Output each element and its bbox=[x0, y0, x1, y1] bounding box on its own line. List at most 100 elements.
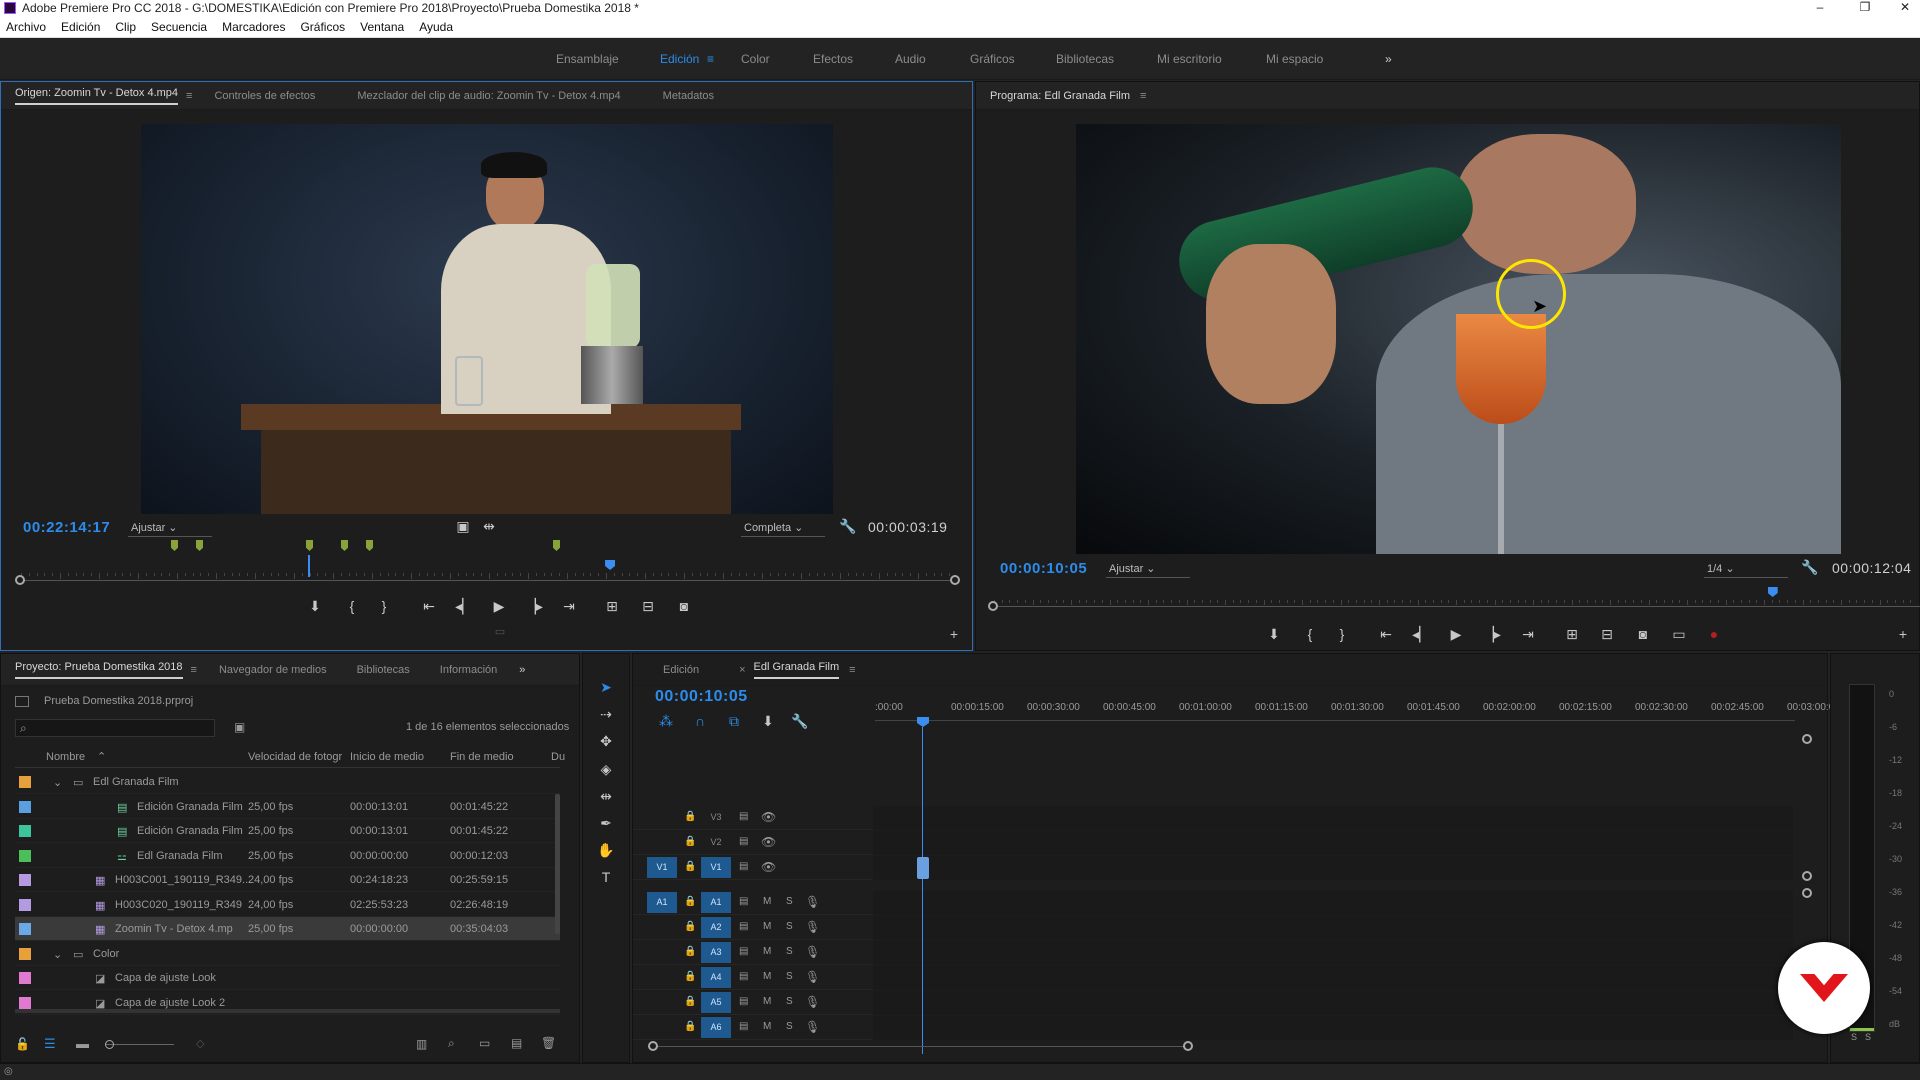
go-to-out-icon[interactable]: ⇥ bbox=[1519, 627, 1537, 641]
sync-lock-icon[interactable]: ▤ bbox=[739, 921, 748, 932]
timeline-timecode[interactable]: 00:00:10:05 bbox=[655, 688, 748, 706]
tab-media-browser[interactable]: Navegador de medios bbox=[219, 664, 327, 676]
program-fit-dropdown[interactable]: Ajustar ⌄ bbox=[1106, 560, 1190, 578]
step-back-icon[interactable]: ◂▏ bbox=[1412, 627, 1430, 641]
project-list-item[interactable]: ▤ Edición Granada Film 25,00 fps 00:00:13:0… bbox=[15, 795, 560, 819]
scroll-mid-handle[interactable] bbox=[1802, 871, 1812, 881]
mute-button[interactable]: M bbox=[763, 946, 771, 957]
add-marker-icon[interactable]: ⬇ bbox=[759, 714, 777, 728]
eye-icon[interactable]: 👁 bbox=[761, 835, 776, 849]
snap-icon[interactable]: ∩ bbox=[691, 714, 709, 728]
tab-project[interactable]: Proyecto: Prueba Domestika 2018 bbox=[15, 661, 183, 679]
program-resolution-dropdown[interactable]: 1/4 ⌄ bbox=[1704, 560, 1788, 578]
sync-lock-icon[interactable]: ▤ bbox=[739, 1021, 748, 1032]
mic-icon[interactable]: 🎙 bbox=[805, 945, 820, 959]
more-workspaces-icon[interactable]: » bbox=[1385, 52, 1392, 66]
tab-sequence-edl[interactable]: Edl Granada Film bbox=[753, 661, 840, 679]
mark-in-icon[interactable]: { bbox=[1301, 627, 1319, 641]
list-view-icon[interactable]: ☰ bbox=[44, 1036, 56, 1052]
clip-marker[interactable] bbox=[366, 540, 373, 551]
step-back-icon[interactable]: ◂▏ bbox=[455, 599, 473, 613]
step-forward-icon[interactable]: ▕▸ bbox=[525, 599, 543, 613]
slip-icon[interactable]: ⇹ bbox=[597, 789, 615, 803]
sort-ascending-icon[interactable]: ⌃ bbox=[97, 750, 106, 763]
program-ruler[interactable] bbox=[994, 606, 1920, 607]
track-target-a4[interactable]: A4 bbox=[701, 967, 731, 988]
track-lane[interactable] bbox=[873, 891, 1793, 915]
solo-left[interactable]: S bbox=[1851, 1032, 1857, 1042]
mute-button[interactable]: M bbox=[763, 996, 771, 1007]
scroll-audio-handle[interactable] bbox=[1802, 888, 1812, 898]
overwrite-icon[interactable]: ⊟ bbox=[639, 599, 657, 613]
workspace-mi-espacio[interactable]: Mi espacio bbox=[1266, 52, 1323, 66]
panel-menu-icon[interactable]: ≡ bbox=[186, 90, 192, 102]
sync-lock-icon[interactable]: ▤ bbox=[739, 896, 748, 907]
project-scrollbar[interactable] bbox=[555, 794, 560, 934]
tab-info[interactable]: Información bbox=[440, 664, 497, 676]
source-zoom-start-handle[interactable] bbox=[15, 575, 25, 585]
tab-source[interactable]: Origen: Zoomin Tv - Detox 4.mp4 bbox=[15, 87, 179, 105]
eye-icon[interactable]: 👁 bbox=[761, 860, 776, 874]
solo-right[interactable]: S bbox=[1865, 1032, 1871, 1042]
comparison-view-icon[interactable]: ▭ bbox=[1670, 627, 1688, 641]
mute-button[interactable]: M bbox=[763, 971, 771, 982]
fit-toggle-icon[interactable]: ⇹ bbox=[480, 519, 498, 533]
source-fit-dropdown[interactable]: Ajustar ⌄ bbox=[128, 519, 212, 537]
source-playhead[interactable] bbox=[605, 560, 616, 570]
lock-icon[interactable]: 🔒 bbox=[684, 811, 696, 822]
solo-button[interactable]: S bbox=[786, 946, 793, 957]
timeline-zoom-start-handle[interactable] bbox=[648, 1041, 658, 1051]
menu-graficos[interactable]: Gráficos bbox=[300, 20, 345, 34]
go-to-in-icon[interactable]: ⇤ bbox=[1377, 627, 1395, 641]
expand-toggle-icon[interactable]: ⌄ bbox=[53, 776, 62, 789]
sync-lock-icon[interactable]: ▤ bbox=[739, 861, 748, 872]
solo-button[interactable]: S bbox=[786, 1021, 793, 1032]
source-patch-a1[interactable]: A1 bbox=[647, 892, 677, 913]
wrench-icon[interactable]: 🔧 bbox=[791, 714, 809, 728]
clip-marker[interactable] bbox=[341, 540, 348, 551]
label-color-swatch[interactable] bbox=[19, 972, 31, 984]
tab-sequence-edicion[interactable]: Edición bbox=[663, 664, 699, 676]
lock-icon[interactable]: 🔒 bbox=[684, 971, 696, 982]
source-zoom-end-handle[interactable] bbox=[950, 575, 960, 585]
camera-icon[interactable]: ◙ bbox=[675, 599, 693, 613]
lock-icon[interactable]: 🔒 bbox=[684, 921, 696, 932]
insert-icon[interactable]: ⊞ bbox=[603, 599, 621, 613]
mic-icon[interactable]: 🎙 bbox=[805, 995, 820, 1009]
record-icon[interactable]: ● bbox=[1705, 627, 1723, 641]
mark-out-icon[interactable]: } bbox=[375, 599, 393, 613]
camera-icon[interactable]: ◙ bbox=[1634, 627, 1652, 641]
go-to-out-icon[interactable]: ⇥ bbox=[560, 599, 578, 613]
workspace-audio[interactable]: Audio bbox=[895, 52, 926, 66]
lock-icon[interactable]: 🔓 bbox=[15, 1037, 30, 1051]
solo-button[interactable]: S bbox=[786, 896, 793, 907]
icon-view-icon[interactable]: ▬ bbox=[76, 1036, 89, 1051]
workspace-ensamblaje[interactable]: Ensamblaje bbox=[556, 52, 619, 66]
label-color-swatch[interactable] bbox=[19, 776, 31, 788]
menu-archivo[interactable]: Archivo bbox=[6, 20, 46, 34]
lift-icon[interactable]: ⊞ bbox=[1563, 627, 1581, 641]
solo-button[interactable]: S bbox=[786, 921, 793, 932]
sync-lock-icon[interactable]: ▤ bbox=[739, 996, 748, 1007]
label-color-swatch[interactable] bbox=[19, 849, 31, 862]
panel-menu-icon[interactable]: ≡ bbox=[1140, 90, 1146, 102]
expand-toggle-icon[interactable]: ⌄ bbox=[53, 948, 62, 961]
program-zoom-start-handle[interactable] bbox=[988, 601, 998, 611]
track-lane[interactable] bbox=[873, 966, 1793, 990]
project-list-item[interactable]: ⌄ ▭ Edl Granada Film bbox=[15, 770, 560, 794]
project-h-scrollbar[interactable] bbox=[15, 1009, 560, 1013]
timeline-playhead-handle[interactable] bbox=[917, 717, 929, 727]
menu-ayuda[interactable]: Ayuda bbox=[419, 20, 453, 34]
clip-marker[interactable] bbox=[196, 540, 203, 551]
zoom-slider[interactable] bbox=[106, 1044, 174, 1045]
panel-menu-icon[interactable]: ≡ bbox=[191, 664, 197, 676]
lock-icon[interactable]: 🔒 bbox=[684, 896, 696, 907]
mute-button[interactable]: M bbox=[763, 896, 771, 907]
workspace-color[interactable]: Color bbox=[741, 52, 770, 66]
lock-icon[interactable]: 🔒 bbox=[684, 836, 696, 847]
column-media-start[interactable]: Inicio de medio bbox=[350, 751, 424, 763]
lock-icon[interactable]: 🔒 bbox=[684, 861, 696, 872]
track-target-v1[interactable]: V1 bbox=[701, 857, 731, 878]
automate-sequence-icon[interactable]: ▥ bbox=[416, 1037, 427, 1051]
go-to-in-icon[interactable]: ⇤ bbox=[420, 599, 438, 613]
